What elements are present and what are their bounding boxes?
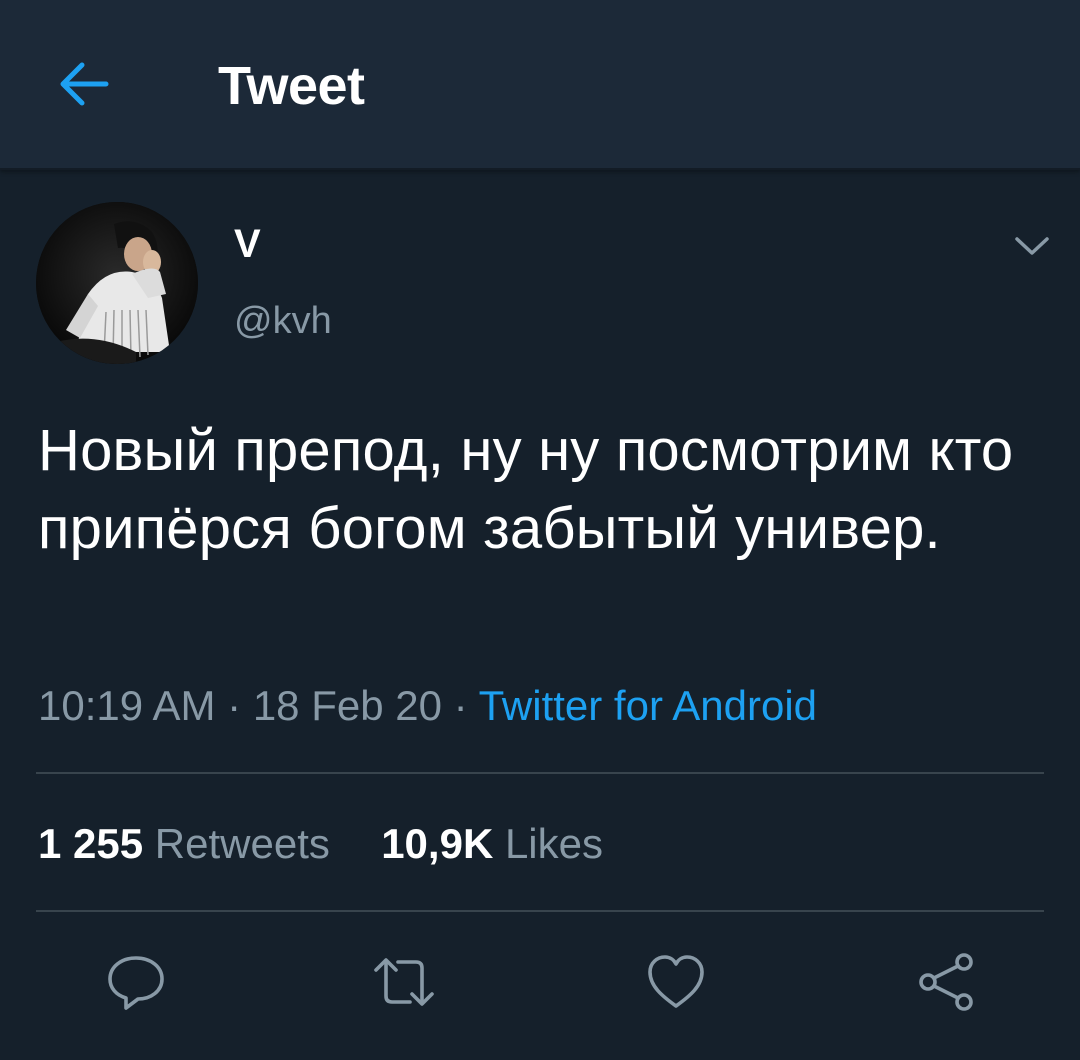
divider xyxy=(36,910,1044,912)
tweet-options-button[interactable] xyxy=(1008,222,1056,270)
page-title: Tweet xyxy=(218,56,365,116)
meta-separator: · xyxy=(453,682,468,729)
likes-stat[interactable]: 10,9K Likes xyxy=(381,818,603,870)
top-app-bar: Tweet xyxy=(0,0,1080,170)
likes-label: Likes xyxy=(504,820,604,867)
user-avatar-photo xyxy=(36,202,198,364)
tweet-source-link[interactable]: Twitter for Android xyxy=(479,682,817,729)
tweet-date: 18 Feb 20 xyxy=(252,682,442,729)
reply-button[interactable] xyxy=(104,950,168,1014)
like-button[interactable] xyxy=(644,950,708,1014)
share-button[interactable] xyxy=(914,950,978,1014)
divider xyxy=(36,772,1044,774)
retweet-button[interactable] xyxy=(372,950,436,1014)
tweet-stats: 1 255 Retweets 10,9K Likes xyxy=(38,818,603,870)
meta-separator: · xyxy=(227,682,242,729)
arrow-left-icon xyxy=(60,62,109,106)
retweets-count: 1 255 xyxy=(38,820,144,867)
tweet-time: 10:19 AM xyxy=(38,682,216,729)
heart-icon xyxy=(648,955,704,1008)
chevron-down-icon xyxy=(1015,237,1049,255)
likes-count: 10,9K xyxy=(381,820,494,867)
reply-bubble-icon xyxy=(108,956,164,1010)
retweets-stat[interactable]: 1 255 Retweets xyxy=(38,818,330,870)
author-handle[interactable]: @kvh xyxy=(234,298,332,344)
share-icon xyxy=(919,953,973,1011)
avatar[interactable] xyxy=(36,202,198,364)
author-display-name[interactable]: V xyxy=(234,220,261,268)
tweet-meta: 10:19 AM · 18 Feb 20 · Twitter for Andro… xyxy=(38,680,817,732)
retweets-label: Retweets xyxy=(154,820,330,867)
retweet-icon xyxy=(374,958,434,1006)
back-button[interactable] xyxy=(52,56,116,112)
tweet-text: Новый препод, ну ну посмотрим кто припёр… xyxy=(38,418,1014,561)
